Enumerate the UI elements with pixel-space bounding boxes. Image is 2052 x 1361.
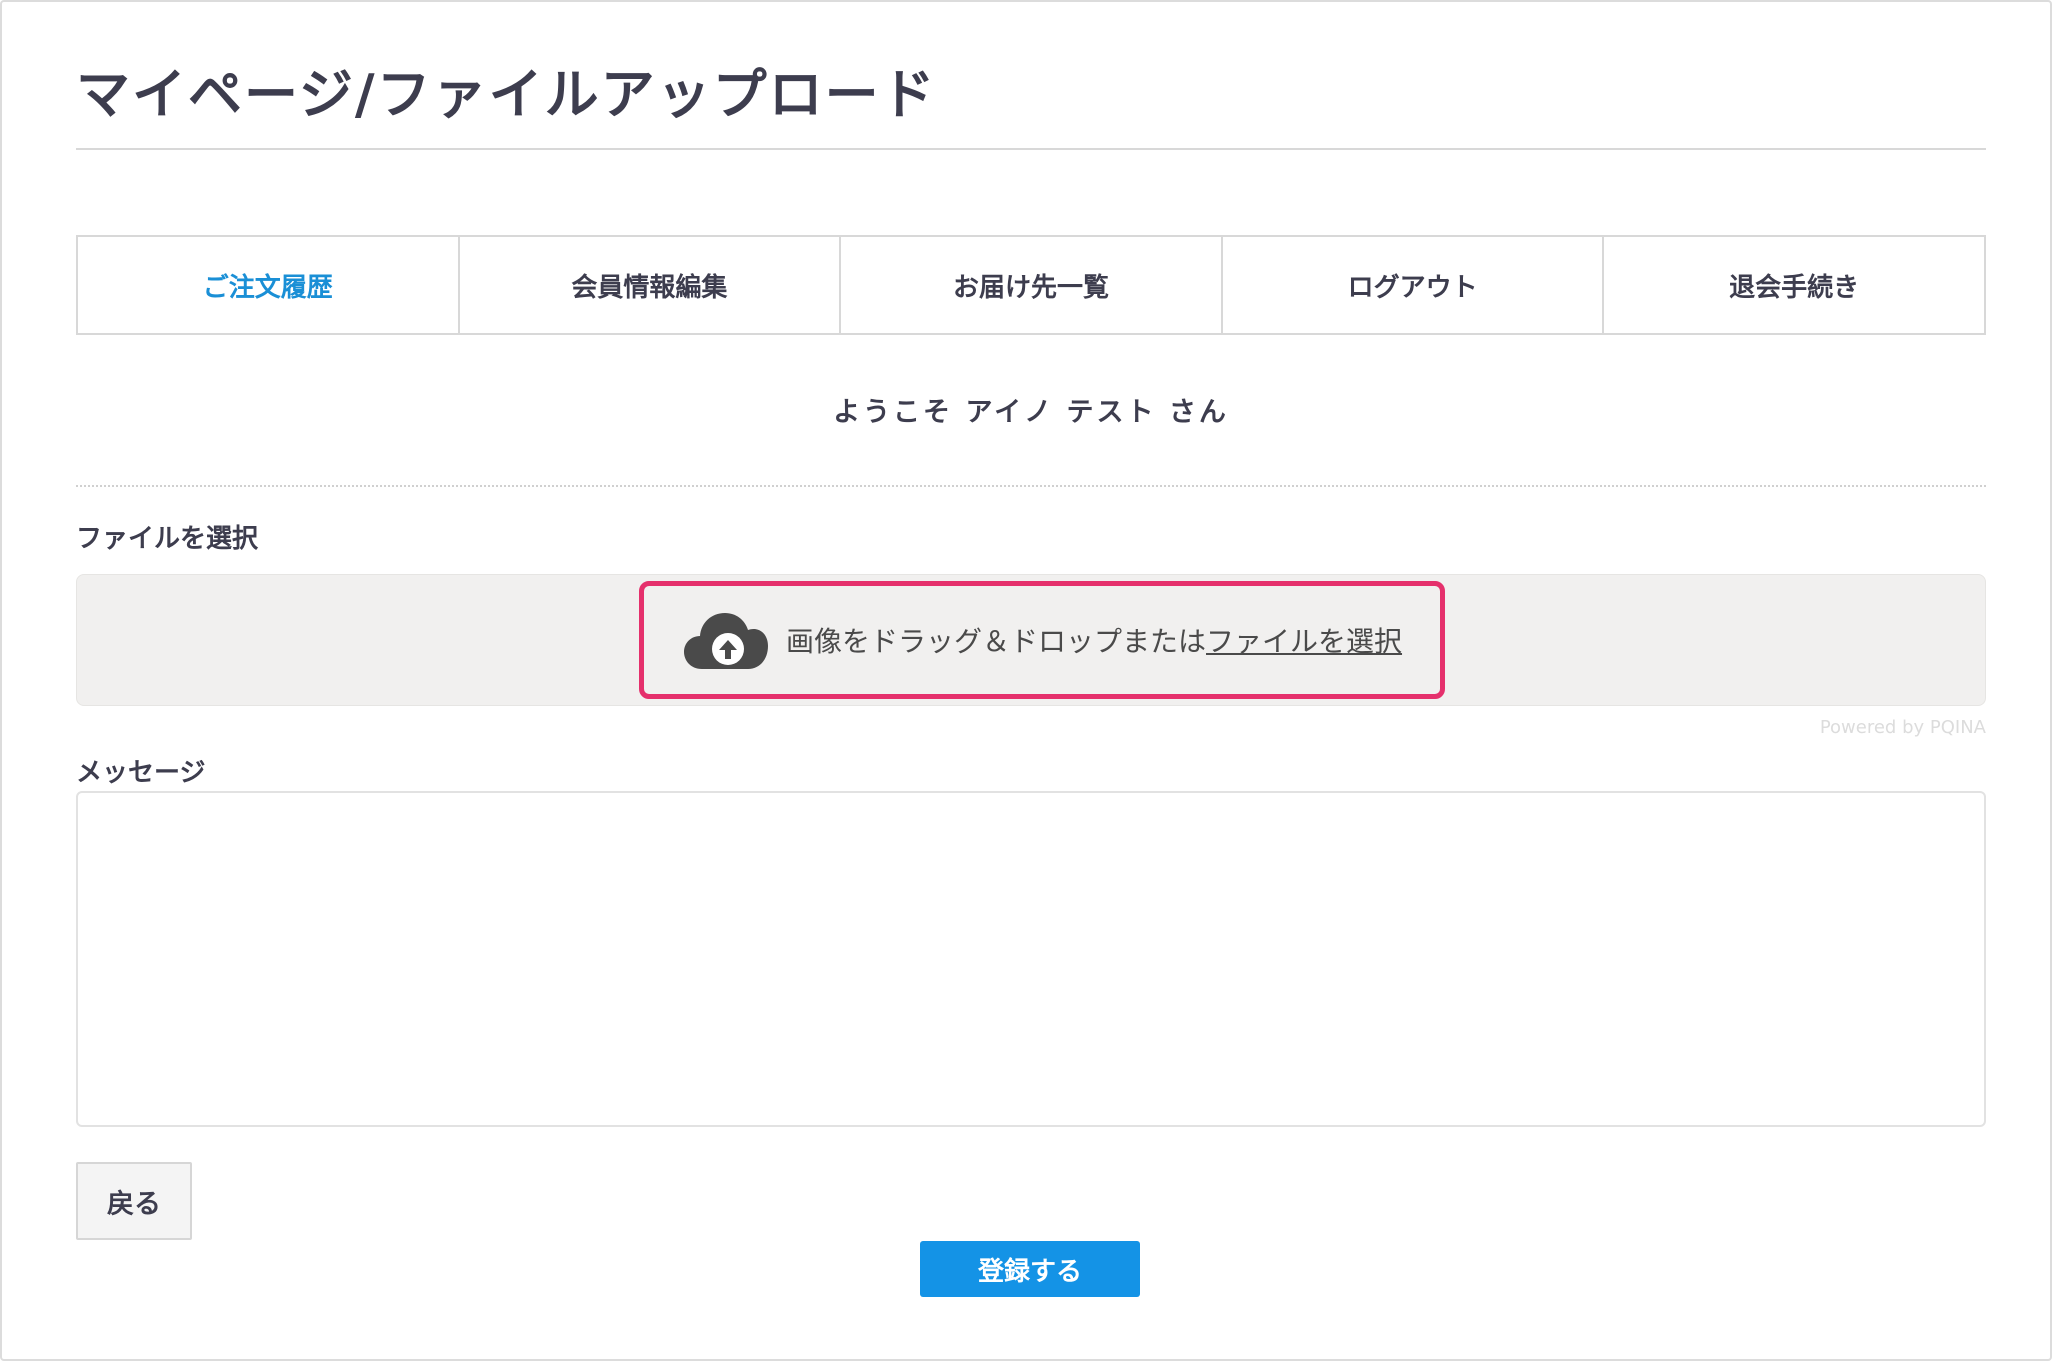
title-divider <box>76 148 1986 150</box>
browse-file-link[interactable]: ファイルを選択 <box>1206 625 1402 658</box>
tab-withdrawal[interactable]: 退会手続き <box>1604 237 1984 333</box>
file-select-label: ファイルを選択 <box>76 524 259 554</box>
back-button[interactable]: 戻る <box>76 1162 192 1240</box>
dropzone-instruction: 画像をドラッグ＆ドロップまたは <box>786 625 1207 658</box>
mypage-tabs: ご注文履歴 会員情報編集 お届け先一覧 ログアウト 退会手続き <box>76 235 1986 335</box>
tab-member-info[interactable]: 会員情報編集 <box>460 237 842 333</box>
message-label: メッセージ <box>76 758 206 788</box>
message-textarea[interactable] <box>76 791 1986 1127</box>
page-title: マイページ/ファイルアップロード <box>76 63 937 126</box>
tab-delivery-addresses[interactable]: お届け先一覧 <box>841 237 1223 333</box>
powered-by-credit: Powered by PQINA <box>1819 717 1986 738</box>
cloud-upload-icon <box>684 613 768 669</box>
tab-logout[interactable]: ログアウト <box>1223 237 1605 333</box>
welcome-message: ようこそ アイノ テスト さん <box>833 397 1229 428</box>
dropzone-text: 画像をドラッグ＆ドロップまたはファイルを選択 <box>786 620 1402 660</box>
tab-order-history[interactable]: ご注文履歴 <box>78 237 460 333</box>
dropzone-highlight[interactable]: 画像をドラッグ＆ドロップまたはファイルを選択 <box>639 581 1445 699</box>
page-frame: マイページ/ファイルアップロード ご注文履歴 会員情報編集 お届け先一覧 ログア… <box>0 0 2052 1361</box>
section-divider <box>76 485 1986 487</box>
submit-button[interactable]: 登録する <box>920 1241 1140 1297</box>
